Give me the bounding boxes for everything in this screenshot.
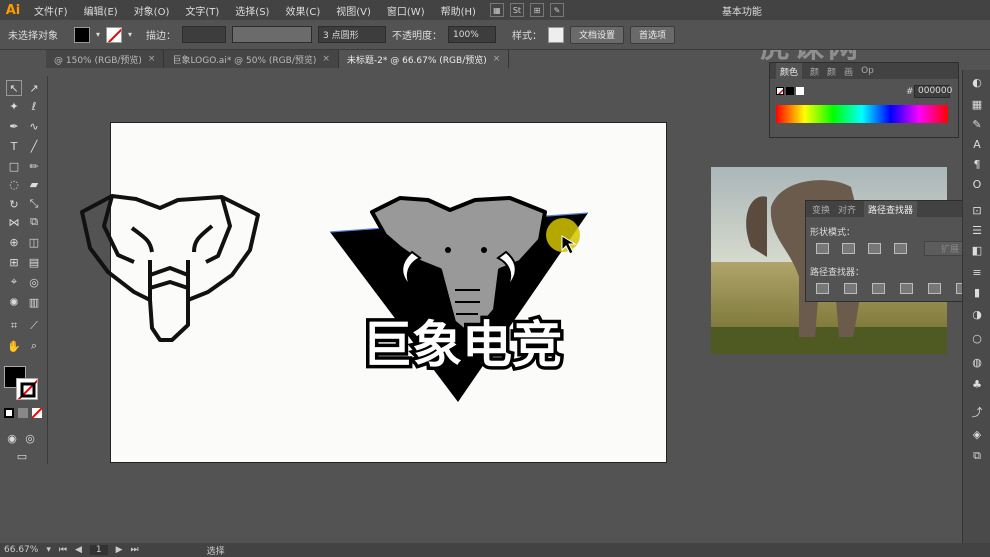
- pathfinder-tabs: 变换 对齐 路径查找器: [806, 200, 984, 218]
- color-spectrum[interactable]: [776, 105, 948, 123]
- trim-icon[interactable]: [844, 283, 857, 294]
- white-swatch[interactable]: [796, 87, 804, 95]
- right-dock: ◐ ▦ ✎ A ¶ O ⊡ ☰ ◧ ≡ ▮ ◑ ○ ◍ ♣ ⤴ ◈ ⧉: [962, 70, 990, 548]
- appearance-icon[interactable]: ○: [969, 330, 985, 346]
- character-icon[interactable]: A: [969, 136, 985, 152]
- logo-text: 巨象电竞: [362, 316, 562, 374]
- symbols-icon[interactable]: ♣: [969, 376, 985, 392]
- tab-transform[interactable]: 变换: [812, 203, 830, 216]
- color-icon[interactable]: ◐: [969, 74, 985, 90]
- tab-brushes[interactable]: 画: [844, 65, 853, 78]
- current-tool-status: 选择: [206, 546, 225, 557]
- opentype-icon[interactable]: O: [969, 176, 985, 192]
- tab-align[interactable]: 对齐: [838, 203, 856, 216]
- pathfinders-label: 路径查找器：: [810, 268, 865, 278]
- links-icon[interactable]: ⤴: [969, 404, 985, 420]
- prev-page-icon[interactable]: ◀: [75, 545, 82, 555]
- swatches-icon[interactable]: ▦: [969, 96, 985, 112]
- first-page-icon[interactable]: ⏮: [59, 545, 67, 555]
- none-swatch[interactable]: [776, 87, 784, 95]
- shape-modes-label: 形状模式：: [810, 228, 856, 238]
- brushes-icon[interactable]: ✎: [969, 116, 985, 132]
- hex-input[interactable]: 000000: [914, 85, 952, 98]
- transparency-icon[interactable]: ◑: [969, 306, 985, 322]
- unite-icon[interactable]: [816, 243, 829, 254]
- color-panel: 颜色 颜 颜 画 Op # 000000: [769, 62, 959, 138]
- layers-icon[interactable]: ◈: [969, 426, 985, 442]
- tab-color[interactable]: 颜色: [776, 62, 803, 80]
- black-swatch[interactable]: [786, 87, 794, 95]
- status-bar: 66.67% ▾ ⏮ ◀ 1 ▶ ⏭ 选择: [0, 543, 990, 557]
- divide-icon[interactable]: [816, 283, 829, 294]
- zoom-level[interactable]: 66.67%: [4, 545, 38, 555]
- transform-icon[interactable]: ⊡: [969, 202, 985, 218]
- gradient-panel-icon[interactable]: ▮: [969, 284, 985, 300]
- tab-color-guide[interactable]: 颜: [810, 65, 819, 78]
- tab-opacity[interactable]: Op: [861, 66, 874, 76]
- color-panel-tabs: 颜色 颜 颜 画 Op: [770, 62, 958, 80]
- artboards-icon[interactable]: ⧉: [969, 448, 985, 464]
- crop-icon[interactable]: [900, 283, 913, 294]
- pathfinder-panel: 变换 对齐 路径查找器 形状模式： 扩展 路径查找器：: [805, 200, 985, 302]
- last-page-icon[interactable]: ⏭: [131, 545, 139, 555]
- tab-pathfinder[interactable]: 路径查找器: [864, 200, 918, 218]
- hex-label: #: [906, 87, 914, 97]
- stroke-icon[interactable]: ≡: [969, 264, 985, 280]
- pathfinder-icon[interactable]: ◧: [969, 242, 985, 258]
- minus-front-icon[interactable]: [842, 243, 855, 254]
- exclude-icon[interactable]: [894, 243, 907, 254]
- tab-swatches[interactable]: 颜: [827, 65, 836, 78]
- elephant-outline-artwork: [80, 194, 260, 342]
- graphic-styles-icon[interactable]: ◍: [969, 354, 985, 370]
- page-number[interactable]: 1: [89, 545, 108, 555]
- paragraph-icon[interactable]: ¶: [969, 156, 985, 172]
- outline-icon[interactable]: [928, 283, 941, 294]
- chevron-down-icon[interactable]: ▾: [46, 545, 51, 555]
- intersect-icon[interactable]: [868, 243, 881, 254]
- align-icon[interactable]: ☰: [969, 222, 985, 238]
- next-page-icon[interactable]: ▶: [116, 545, 123, 555]
- merge-icon[interactable]: [872, 283, 885, 294]
